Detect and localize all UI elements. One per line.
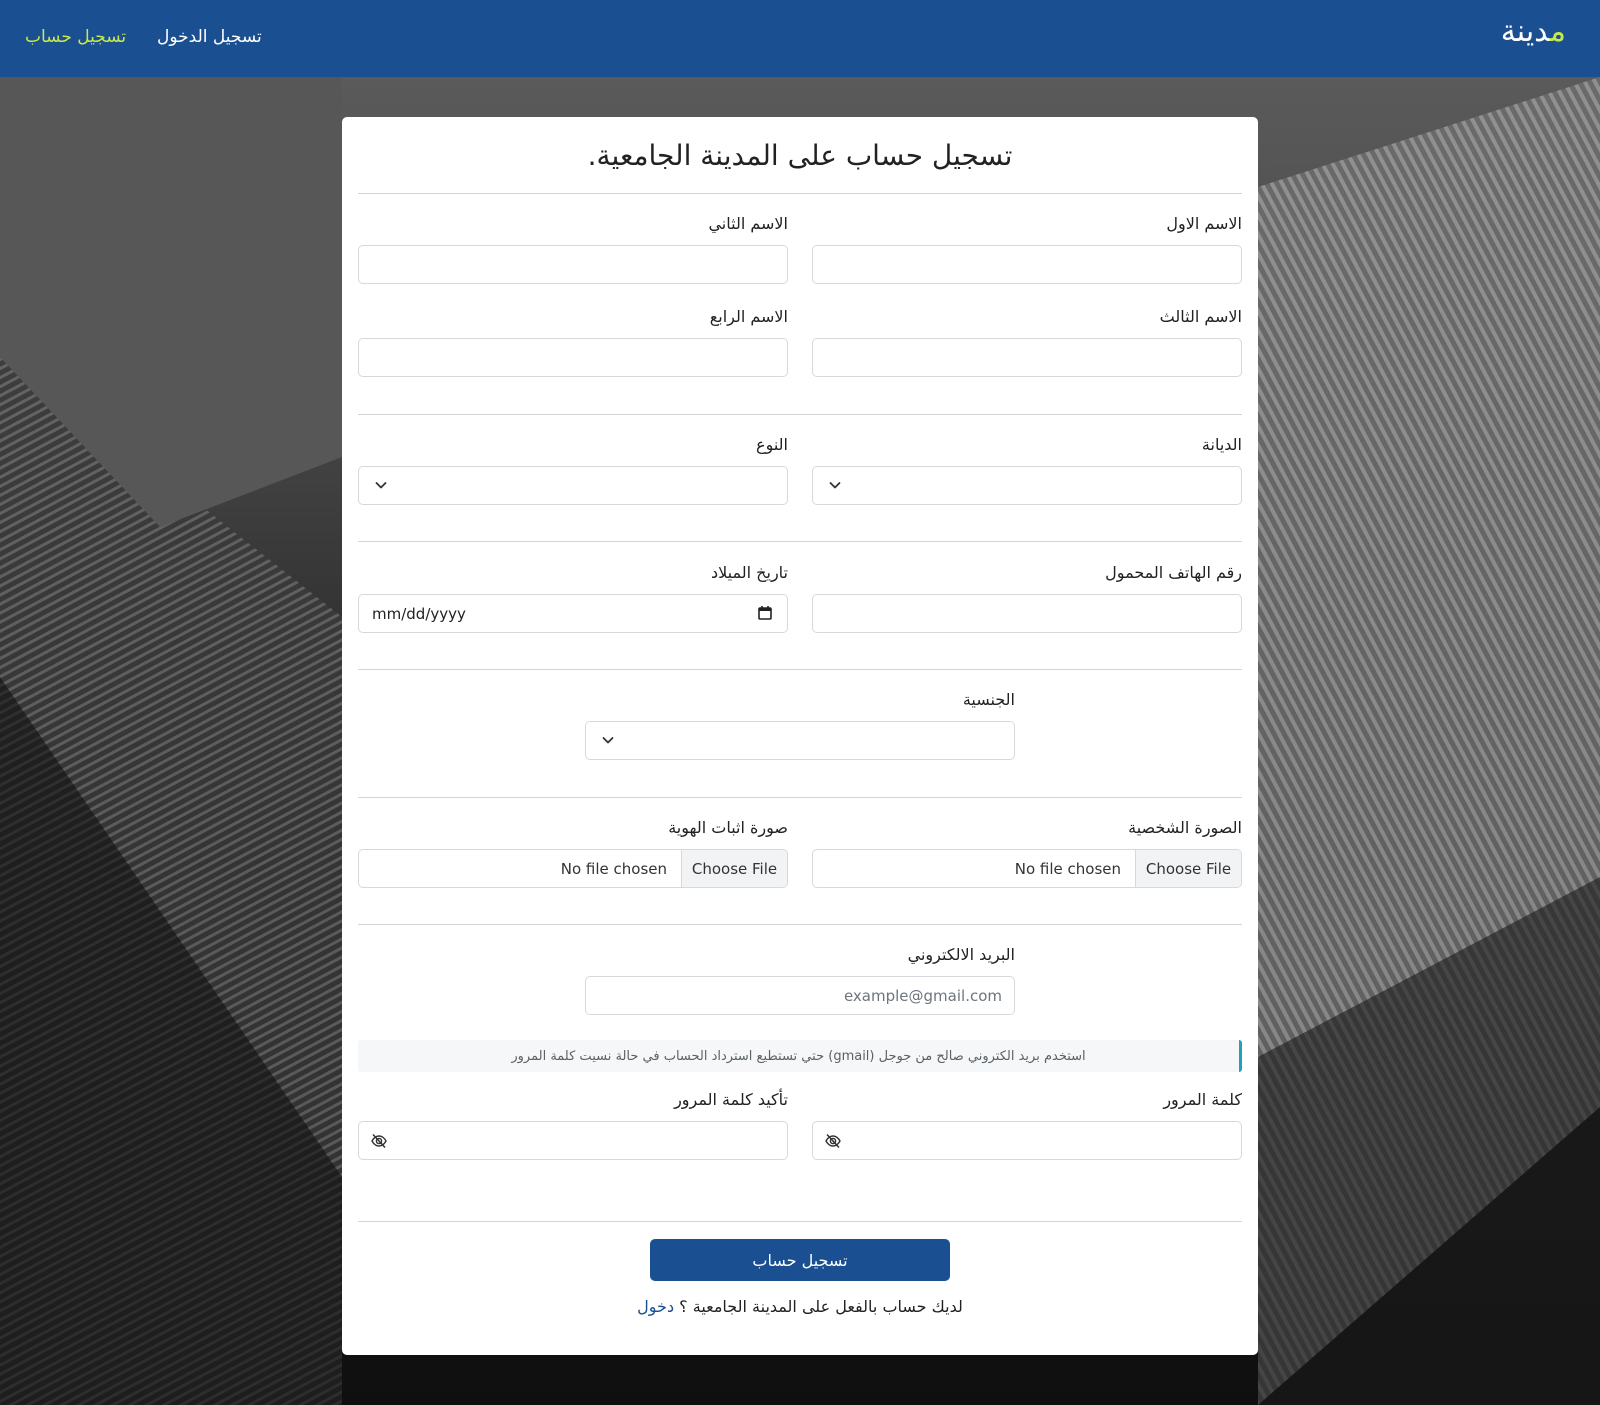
divider (358, 541, 1242, 542)
password-label: كلمة المرور (1163, 1090, 1242, 1109)
chevron-down-icon (829, 482, 841, 489)
eye-slash-icon[interactable] (824, 1132, 842, 1150)
nav-login-link[interactable]: تسجيل الدخول (157, 27, 262, 47)
religion-select[interactable] (812, 466, 1242, 505)
mobile-field: رقم الهاتف المحمول (812, 563, 1242, 633)
id-photo-field: صورة اثبات الهوية Choose File No file ch… (358, 818, 788, 888)
email-label: البريد الالكتروني (907, 945, 1015, 964)
religion-label: الديانة (1201, 435, 1242, 454)
divider (358, 669, 1242, 670)
confirm-password-label: تأكيد كلمة المرور (674, 1090, 788, 1109)
eye-slash-icon[interactable] (370, 1132, 388, 1150)
confirm-password-input[interactable] (358, 1121, 788, 1160)
mobile-label: رقم الهاتف المحمول (1105, 563, 1242, 582)
birthdate-field: تاريخ الميلاد mm/dd/yyyy (358, 563, 788, 633)
second-name-field: الاسم الثاني (358, 214, 788, 284)
second-name-label: الاسم الثاني (708, 214, 788, 233)
file-status: No file chosen (1014, 859, 1121, 878)
third-name-input[interactable] (812, 338, 1242, 377)
third-name-label: الاسم الثالث (1159, 307, 1242, 326)
divider (358, 1221, 1242, 1222)
brand-name: دينة (1500, 14, 1550, 49)
nationality-field: الجنسية (585, 690, 1015, 760)
brand-accent-letter: م (1549, 14, 1566, 49)
photo-field: الصورة الشخصية Choose File No file chose… (812, 818, 1242, 888)
third-name-field: الاسم الثالث (812, 307, 1242, 377)
birthdate-label: تاريخ الميلاد (711, 563, 788, 582)
calendar-icon[interactable] (757, 605, 773, 621)
login-link[interactable]: دخول (637, 1297, 674, 1316)
choose-file-button[interactable]: Choose File (681, 850, 787, 887)
divider (358, 414, 1242, 415)
religion-field: الديانة (812, 435, 1242, 505)
fourth-name-label: الاسم الرابع (709, 307, 788, 326)
birthdate-placeholder: mm/dd/yyyy (372, 605, 466, 623)
nav-register-link[interactable]: تسجيل حساب (25, 27, 126, 47)
chevron-down-icon (602, 737, 614, 744)
photo-file-input[interactable]: Choose File No file chosen (812, 849, 1242, 888)
first-name-label: الاسم الاول (1166, 214, 1242, 233)
page-title: تسجيل حساب على المدينة الجامعية. (587, 139, 1013, 172)
fourth-name-input[interactable] (358, 338, 788, 377)
email-field: البريد الالكتروني (585, 945, 1015, 1015)
file-status: No file chosen (560, 859, 667, 878)
email-hint-alert: استخدم بريد الكتروني صالح من جوجل (gmail… (358, 1040, 1242, 1072)
chevron-down-icon (375, 482, 387, 489)
second-name-input[interactable] (358, 245, 788, 284)
gender-select[interactable] (358, 466, 788, 505)
navbar: مدينة تسجيل الدخول تسجيل حساب (0, 0, 1600, 77)
login-prompt: لديك حساب بالفعل على المدينة الجامعية ؟ … (342, 1297, 1258, 1316)
choose-file-button[interactable]: Choose File (1135, 850, 1241, 887)
id-photo-label: صورة اثبات الهوية (668, 818, 788, 837)
password-field: كلمة المرور (812, 1090, 1242, 1160)
id-photo-file-input[interactable]: Choose File No file chosen (358, 849, 788, 888)
photo-label: الصورة الشخصية (1128, 818, 1242, 837)
registration-card: تسجيل حساب على المدينة الجامعية. الاسم ا… (342, 117, 1258, 1355)
first-name-input[interactable] (812, 245, 1242, 284)
fourth-name-field: الاسم الرابع (358, 307, 788, 377)
email-input[interactable] (585, 976, 1015, 1015)
login-prompt-text: لديك حساب بالفعل على المدينة الجامعية ؟ (679, 1297, 963, 1316)
mobile-input[interactable] (812, 594, 1242, 633)
email-text-input[interactable] (586, 977, 1014, 1014)
divider (358, 924, 1242, 925)
divider (358, 797, 1242, 798)
confirm-password-field: تأكيد كلمة المرور (358, 1090, 788, 1160)
nationality-select[interactable] (585, 721, 1015, 760)
first-name-field: الاسم الاول (812, 214, 1242, 284)
register-button[interactable]: تسجيل حساب (650, 1239, 950, 1281)
brand-logo[interactable]: مدينة (1501, 14, 1566, 49)
birthdate-input[interactable]: mm/dd/yyyy (358, 594, 788, 633)
gender-field: النوع (358, 435, 788, 505)
divider (358, 193, 1242, 194)
gender-label: النوع (756, 435, 788, 454)
nationality-label: الجنسية (962, 690, 1015, 709)
password-input[interactable] (812, 1121, 1242, 1160)
